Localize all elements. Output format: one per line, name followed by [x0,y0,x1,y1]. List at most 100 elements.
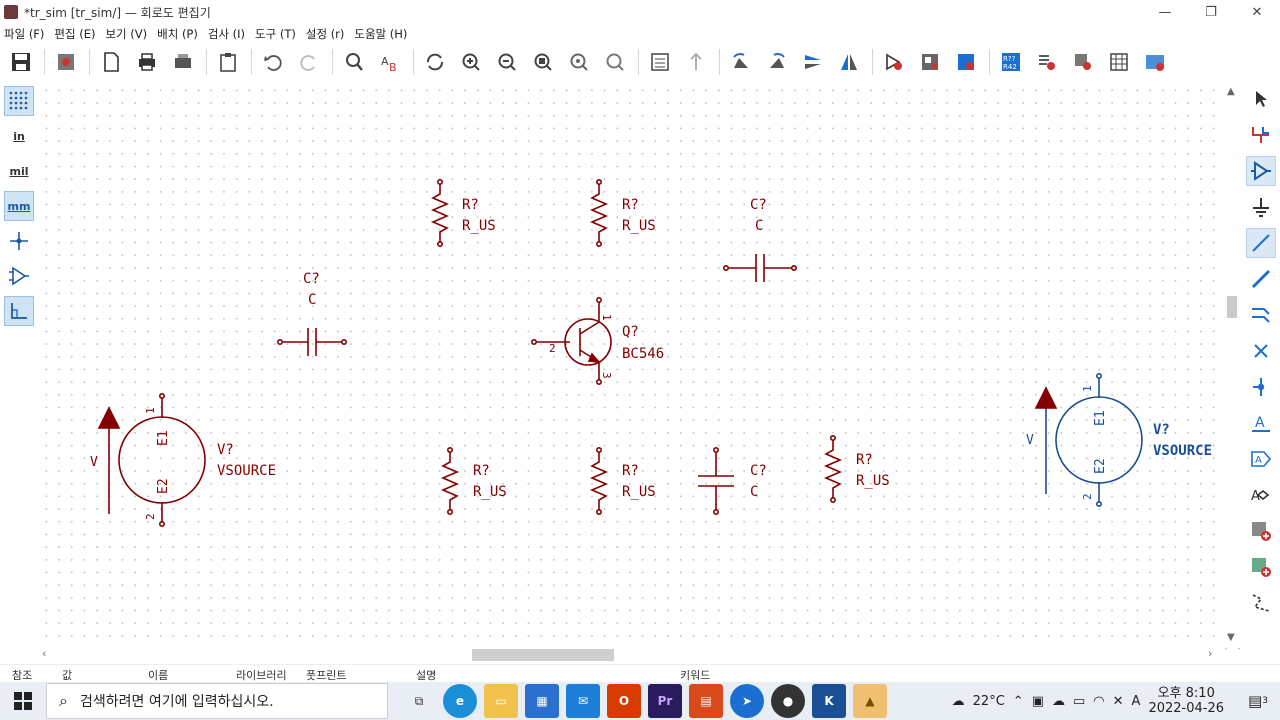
add-symbol-button[interactable] [1246,156,1276,186]
tray-apps-icon[interactable]: ▣ [1032,694,1044,709]
resistor-symbol[interactable] [823,434,843,503]
units-mm-button[interactable]: mm [4,191,34,221]
notification-center-icon[interactable]: ▤ 3 [1246,689,1270,713]
maximize-button[interactable]: ❐ [1188,0,1234,24]
menu-tools[interactable]: 도구 (T) [255,26,296,42]
capacitor-symbol[interactable] [722,254,797,282]
print-button[interactable] [132,47,162,77]
mirror-vertical-button[interactable] [798,47,828,77]
scroll-left-arrow-icon[interactable]: ‹ [42,647,46,660]
kicad-icon[interactable]: K [812,684,846,718]
import-sheet-pin-button[interactable] [1246,552,1276,582]
weather-icon[interactable]: ☁ [952,694,965,709]
zoom-in-button[interactable] [456,47,486,77]
menu-place[interactable]: 배치 (P) [157,26,198,42]
capacitor-symbol[interactable] [698,446,734,515]
horizontal-scroll-thumb[interactable] [472,649,614,661]
premiere-pro-icon[interactable]: Pr [648,684,682,718]
symbol-fields-table-button[interactable] [1104,47,1134,77]
task-view-icon[interactable]: ⧉ [402,684,436,718]
minimize-button[interactable]: — [1142,0,1188,24]
netlist-button[interactable] [1068,47,1098,77]
mirror-horizontal-button[interactable] [834,47,864,77]
symbol-browser-button[interactable] [915,47,945,77]
vertical-scroll-thumb[interactable] [1227,296,1237,318]
app-arrow-icon[interactable]: ➤ [730,684,764,718]
add-no-connect-button[interactable] [1246,336,1276,366]
zoom-selection-button[interactable] [600,47,630,77]
obs-recorder-icon[interactable]: ● [771,684,805,718]
annotate-button[interactable]: R?? R42 [996,47,1026,77]
hierarchy-navigator-button[interactable] [645,47,675,77]
resistor-symbol[interactable] [589,179,609,248]
zoom-out-button[interactable] [492,47,522,77]
erc-button[interactable] [1032,47,1062,77]
schematic-setup-button[interactable] [51,47,81,77]
vertical-scrollbar[interactable]: ▲ ▼ [1224,84,1240,644]
menu-preferences[interactable]: 설정 (r) [306,26,345,42]
wifi-icon[interactable]: ◠ [1093,694,1104,709]
npn-transistor-symbol[interactable] [530,297,612,385]
start-button[interactable] [0,682,46,720]
add-junction-button[interactable] [1246,372,1276,402]
save-button[interactable] [6,47,36,77]
taskbar-clock[interactable]: 오후 8:10 2022-04-26 [1148,686,1232,716]
resistor-symbol[interactable] [430,179,450,248]
menu-view[interactable]: 보기 (V) [105,26,147,42]
rotate-ccw-button[interactable] [726,47,756,77]
redo-button[interactable] [294,47,324,77]
office-icon[interactable]: O [607,684,641,718]
close-button[interactable]: ✕ [1234,0,1280,24]
volume-muted-icon[interactable]: ✕ [1113,694,1124,709]
voltage-source-symbol-selected[interactable] [1034,372,1143,507]
add-sheet-button[interactable] [1246,516,1276,546]
schematic-canvas[interactable]: R? R_US R? R_US R? R_US R? R_US R? R_US … [40,84,1240,660]
pdf-app-icon[interactable]: ▤ [689,684,723,718]
file-explorer-icon[interactable]: ▭ [484,684,518,718]
add-bus-entry-button[interactable] [1246,300,1276,330]
units-mils-button[interactable]: mil [4,156,34,186]
add-power-button[interactable] [1246,192,1276,222]
bom-button[interactable] [1140,47,1170,77]
add-graphic-lines-button[interactable] [1246,588,1276,618]
add-label-button[interactable]: A [1246,408,1276,438]
units-inches-button[interactable]: in [4,121,34,151]
scroll-up-arrow-icon[interactable]: ▲ [1227,86,1235,97]
resistor-symbol[interactable] [589,446,609,515]
paste-button[interactable] [213,47,243,77]
menu-file[interactable]: 파일 (F) [4,26,44,42]
capacitor-symbol[interactable] [277,328,347,356]
page-settings-button[interactable] [96,47,126,77]
add-hierarchical-label-button[interactable]: A [1246,480,1276,510]
mail-icon[interactable]: ✉ [566,684,600,718]
battery-icon[interactable]: ▭ [1073,694,1085,709]
tray-chevron-up-icon[interactable]: ⌃ [1013,694,1024,709]
wire-45-mode-button[interactable] [4,296,34,326]
footprint-editor-button[interactable] [951,47,981,77]
eeschema-app-icon[interactable]: ▲ [853,684,887,718]
menu-edit[interactable]: 편집 (E) [54,26,95,42]
menu-help[interactable]: 도움말 (H) [354,26,407,42]
zoom-objects-button[interactable] [564,47,594,77]
show-hidden-pins-button[interactable] [4,261,34,291]
scroll-down-arrow-icon[interactable]: ▼ [1227,632,1235,643]
symbol-editor-button[interactable] [879,47,909,77]
grid-toggle-button[interactable] [4,86,34,116]
microsoft-store-icon[interactable]: ▦ [525,684,559,718]
plot-button[interactable] [168,47,198,77]
onedrive-icon[interactable]: ☁ [1052,694,1065,709]
ime-indicator[interactable]: A [1132,694,1141,709]
find-replace-button[interactable]: AB [375,47,405,77]
refresh-button[interactable] [420,47,450,77]
find-button[interactable] [339,47,369,77]
taskbar-search-box[interactable]: ⌕ 검색하려면 여기에 입력하십시오. [46,683,388,719]
add-bus-button[interactable] [1246,264,1276,294]
highlight-net-button[interactable] [1246,120,1276,150]
undo-button[interactable] [258,47,288,77]
add-wire-button[interactable] [1246,228,1276,258]
full-crosshair-button[interactable] [4,226,34,256]
weather-temperature[interactable]: 22°C [973,694,1005,709]
add-global-label-button[interactable]: A [1246,444,1276,474]
select-tool-button[interactable] [1246,84,1276,114]
horizontal-scrollbar[interactable]: ‹ › [40,646,1224,662]
